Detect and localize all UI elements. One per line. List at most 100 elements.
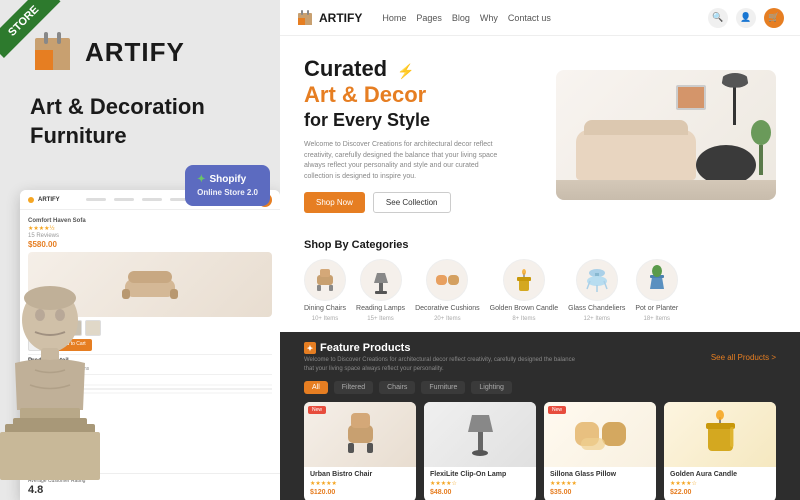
categories-row: Dining Chairs 10+ Items Reading Lamps 15… — [304, 259, 776, 322]
product-stars-pillow: ★★★★★ — [550, 480, 650, 487]
new-badge-pillow: New — [548, 406, 566, 414]
product-card-candle[interactable]: Golden Aura Candle ★★★★☆ $22.00 — [664, 402, 776, 500]
filter-tab-furniture[interactable]: Furniture — [421, 381, 465, 394]
category-label-candle: Golden Brown Candle — [490, 305, 559, 312]
nav-link-blog[interactable]: Blog — [452, 13, 470, 23]
inner-price: $580.00 — [28, 240, 272, 249]
category-circle-cushions — [426, 259, 468, 301]
hero-title-line1: Curated ⚡ — [304, 56, 540, 82]
product-name-lamp: FlexiLite Clip-On Lamp — [430, 471, 530, 478]
hero-image-area — [556, 70, 776, 200]
nav-link-home[interactable]: Home — [382, 13, 406, 23]
product-price-candle: $22.00 — [670, 489, 770, 496]
category-count-candle: 8+ Items — [512, 316, 535, 322]
category-count-chandeliers: 12+ Items — [584, 316, 611, 322]
nav-link-why[interactable]: Why — [480, 13, 498, 23]
room-sofa-decor — [576, 130, 696, 180]
feature-title-icon: ✦ — [304, 342, 316, 354]
product-stars-candle: ★★★★☆ — [670, 480, 770, 487]
categories-section: Shop By Categories Dining Chairs 10+ Ite… — [280, 229, 800, 332]
room-lamp-decor — [733, 75, 736, 125]
product-stars-lamp: ★★★★☆ — [430, 480, 530, 487]
category-count-planter: 18+ Items — [644, 316, 671, 322]
user-icon[interactable]: 👤 — [736, 8, 756, 28]
product-price-lamp: $48.00 — [430, 489, 530, 496]
nav-link-pages[interactable]: Pages — [416, 13, 442, 23]
nav-logo-icon — [296, 9, 314, 27]
category-label-chandeliers: Glass Chandeliers — [568, 305, 625, 312]
product-price-pillow: $35.00 — [550, 489, 650, 496]
hero-section: Curated ⚡ Art & Decor for Every Style We… — [280, 36, 800, 229]
category-label-planter: Pot or Planter — [635, 305, 678, 312]
search-icon[interactable]: 🔍 — [708, 8, 728, 28]
category-circle-chairs — [304, 259, 346, 301]
room-table-decor — [696, 145, 756, 185]
new-badge-chair: New — [308, 406, 326, 414]
inner-product-title: Comfort Haven Sofa — [28, 218, 272, 224]
category-item-planter[interactable]: Pot or Planter 18+ Items — [635, 259, 678, 322]
inner-logo-name: ARTIFY — [38, 197, 60, 203]
category-label-chairs: Dining Chairs — [304, 305, 346, 312]
statue-decoration — [0, 280, 105, 480]
product-name-candle: Golden Aura Candle — [670, 471, 770, 478]
hero-buttons: Shop Now See Collection — [304, 192, 540, 213]
category-item-lamps[interactable]: Reading Lamps 15+ Items — [356, 259, 405, 322]
category-count-lamps: 15+ Items — [367, 316, 394, 322]
site-nav: ARTIFY Home Pages Blog Why Contact us 🔍 … — [280, 0, 800, 36]
hero-title-line3: for Every Style — [304, 109, 540, 132]
category-item-chandeliers[interactable]: Glass Chandeliers 12+ Items — [568, 259, 625, 322]
filter-tab-lighting[interactable]: Lighting — [471, 381, 512, 394]
category-circle-chandeliers — [576, 259, 618, 301]
nav-icons: 🔍 👤 🛒 — [708, 8, 784, 28]
filter-tab-filtered[interactable]: Filtered — [334, 381, 373, 394]
nav-links: Home Pages Blog Why Contact us — [382, 13, 551, 23]
feature-title-area: ✦ Feature Products Welcome to Discover C… — [304, 342, 584, 373]
category-count-cushions: 20+ Items — [434, 316, 461, 322]
see-collection-button[interactable]: See Collection — [373, 192, 451, 213]
room-plant-decor — [751, 125, 771, 175]
hero-description: Welcome to Discover Creations for archit… — [304, 140, 504, 182]
products-row: New Urban Bistro Chair ★★★★★ $120.00 — [304, 402, 776, 500]
nav-link-contact[interactable]: Contact us — [508, 13, 551, 23]
product-card-pillow[interactable]: New Sillona Glass Pillow ★★★★★ $35.00 — [544, 402, 656, 500]
hero-text: Curated ⚡ Art & Decor for Every Style We… — [304, 56, 540, 213]
artify-logo-icon — [30, 30, 75, 75]
inner-rating-value: 4.8 — [28, 484, 272, 496]
inner-logo-dot — [28, 197, 34, 203]
categories-title: Shop By Categories — [304, 239, 776, 251]
category-circle-lamps — [360, 259, 402, 301]
nav-logo-text: ARTIFY — [319, 11, 362, 25]
cart-icon[interactable]: 🛒 — [764, 8, 784, 28]
shopify-badge: ✦ Shopify Online Store 2.0 — [185, 165, 270, 206]
left-panel: STORE ARTIFY Art & Decoration Furniture … — [0, 0, 280, 500]
product-card-lamp[interactable]: FlexiLite Clip-On Lamp ★★★★☆ $48.00 — [424, 402, 536, 500]
category-circle-planter — [636, 259, 678, 301]
filter-tab-chairs[interactable]: Chairs — [379, 381, 415, 394]
see-all-link[interactable]: See all Products > — [711, 353, 776, 362]
product-name-chair: Urban Bistro Chair — [310, 471, 410, 478]
feature-section: ✦ Feature Products Welcome to Discover C… — [280, 332, 800, 500]
feature-subtitle: Welcome to Discover Creations for archit… — [304, 356, 584, 373]
inner-stars: ★★★★½ — [28, 225, 272, 232]
room-artwork-decor — [676, 85, 706, 110]
category-label-cushions: Decorative Cushions — [415, 305, 480, 312]
right-panel: ARTIFY Home Pages Blog Why Contact us 🔍 … — [280, 0, 800, 500]
category-count-chairs: 10+ Items — [312, 316, 339, 322]
shop-now-button[interactable]: Shop Now — [304, 192, 365, 213]
product-name-pillow: Sillona Glass Pillow — [550, 471, 650, 478]
filter-tabs: All Filtered Chairs Furniture Lighting — [304, 381, 776, 394]
category-circle-candle — [503, 259, 545, 301]
filter-tab-all[interactable]: All — [304, 381, 328, 394]
category-item-cushions[interactable]: Decorative Cushions 20+ Items — [415, 259, 480, 322]
category-label-lamps: Reading Lamps — [356, 305, 405, 312]
left-tagline: Art & Decoration Furniture — [0, 85, 280, 158]
category-item-chairs[interactable]: Dining Chairs 10+ Items — [304, 259, 346, 322]
category-item-candle[interactable]: Golden Brown Candle 8+ Items — [490, 259, 559, 322]
feature-title: ✦ Feature Products — [304, 342, 584, 354]
nav-logo: ARTIFY — [296, 9, 362, 27]
product-price-chair: $120.00 — [310, 489, 410, 496]
feature-header: ✦ Feature Products Welcome to Discover C… — [304, 342, 776, 373]
left-logo-text: ARTIFY — [85, 37, 185, 68]
product-card-chair[interactable]: New Urban Bistro Chair ★★★★★ $120.00 — [304, 402, 416, 500]
product-stars-chair: ★★★★★ — [310, 480, 410, 487]
